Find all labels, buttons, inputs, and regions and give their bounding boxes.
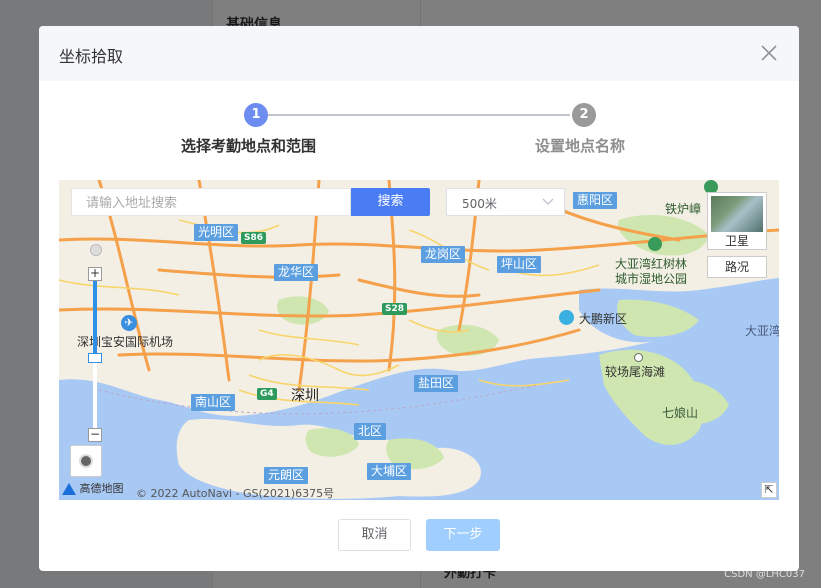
- radius-value: 500米: [462, 197, 497, 211]
- district-longhua[interactable]: 龙华区: [274, 264, 319, 281]
- road-shield-s86: S86: [241, 232, 267, 244]
- cancel-button[interactable]: 取消: [338, 519, 411, 551]
- district-north[interactable]: 北区: [354, 423, 387, 440]
- expand-icon[interactable]: ⇱: [761, 482, 777, 498]
- chevron-down-icon: [542, 198, 554, 205]
- park-icon: [648, 237, 662, 251]
- step-1-number: 1: [244, 103, 268, 127]
- map-logo: 高德地图: [62, 480, 124, 496]
- step-2-label: 设置地点名称: [535, 137, 626, 155]
- coordinate-picker-dialog: 坐标拾取 1 2 选择考勤地点和范围 设置地点名称 光明区 龙华区 龙岗区 坪山…: [39, 26, 799, 571]
- search-input[interactable]: [72, 189, 350, 215]
- place-jiaoweiha[interactable]: 较场尾海滩: [605, 363, 665, 380]
- district-nanshan[interactable]: 南山区: [191, 394, 236, 411]
- district-pingshan[interactable]: 坪山区: [497, 256, 542, 273]
- satellite-thumbnail: [711, 196, 763, 232]
- airport-icon: ✈: [121, 315, 137, 331]
- locate-icon: [79, 454, 93, 468]
- dialog-title: 坐标拾取: [59, 47, 124, 66]
- place-airport[interactable]: 深圳宝安国际机场: [77, 333, 173, 350]
- logo-icon: [62, 483, 76, 495]
- district-guangming[interactable]: 光明区: [194, 224, 239, 241]
- place-wetland[interactable]: 城市湿地公园: [615, 270, 687, 287]
- next-step-button[interactable]: 下一步: [426, 519, 500, 551]
- radius-select[interactable]: 500米: [446, 188, 565, 216]
- dapeng-icon: [559, 310, 574, 325]
- road-shield-g4: G4: [257, 388, 277, 400]
- zoom-in-button[interactable]: +: [88, 267, 102, 281]
- place-dapeng[interactable]: 大鹏新区: [579, 310, 627, 327]
- city-shenzhen[interactable]: 深圳: [291, 385, 319, 405]
- locate-button[interactable]: [70, 445, 102, 477]
- zoom-slider-handle[interactable]: [88, 353, 102, 363]
- layer-switch: 卫星 路况: [707, 192, 767, 278]
- search-button[interactable]: 搜索: [351, 188, 430, 216]
- compass-icon[interactable]: [90, 244, 102, 256]
- map[interactable]: 光明区 龙华区 龙岗区 坪山区 惠阳区 南山区 盐田区 北区 元朗区 大埔区 S…: [59, 180, 779, 500]
- search-box: [71, 188, 351, 216]
- district-taipo[interactable]: 大埔区: [367, 463, 412, 480]
- beach-marker: [634, 353, 643, 362]
- step-1-label: 选择考勤地点和范围: [181, 137, 317, 155]
- close-icon[interactable]: [759, 43, 779, 63]
- satellite-label: 卫星: [724, 234, 749, 248]
- road-shield-s28: S28: [382, 303, 408, 315]
- dialog-header: 坐标拾取: [39, 26, 799, 81]
- step-connector-line: [268, 114, 570, 116]
- district-yuenlong[interactable]: 元朗区: [264, 467, 309, 484]
- district-yantian[interactable]: 盐田区: [414, 375, 459, 392]
- district-longgang[interactable]: 龙岗区: [421, 246, 466, 263]
- place-tiekuzhang[interactable]: 铁炉嶂: [665, 200, 701, 217]
- steps: 1 2 选择考勤地点和范围 设置地点名称: [39, 99, 799, 159]
- district-huiyang[interactable]: 惠阳区: [573, 192, 618, 209]
- place-daya[interactable]: 大亚湾: [745, 322, 779, 339]
- place-qiniang[interactable]: 七娘山: [662, 404, 698, 421]
- map-copyright: © 2022 AutoNavi - GS(2021)6375号: [136, 487, 335, 500]
- logo-text: 高德地图: [79, 482, 124, 495]
- zoom-out-button[interactable]: −: [88, 428, 102, 442]
- step-2-number: 2: [572, 103, 596, 127]
- traffic-layer-button[interactable]: 路况: [707, 256, 767, 278]
- satellite-layer-button[interactable]: 卫星: [707, 192, 767, 250]
- zoom-track-fill: [93, 281, 97, 353]
